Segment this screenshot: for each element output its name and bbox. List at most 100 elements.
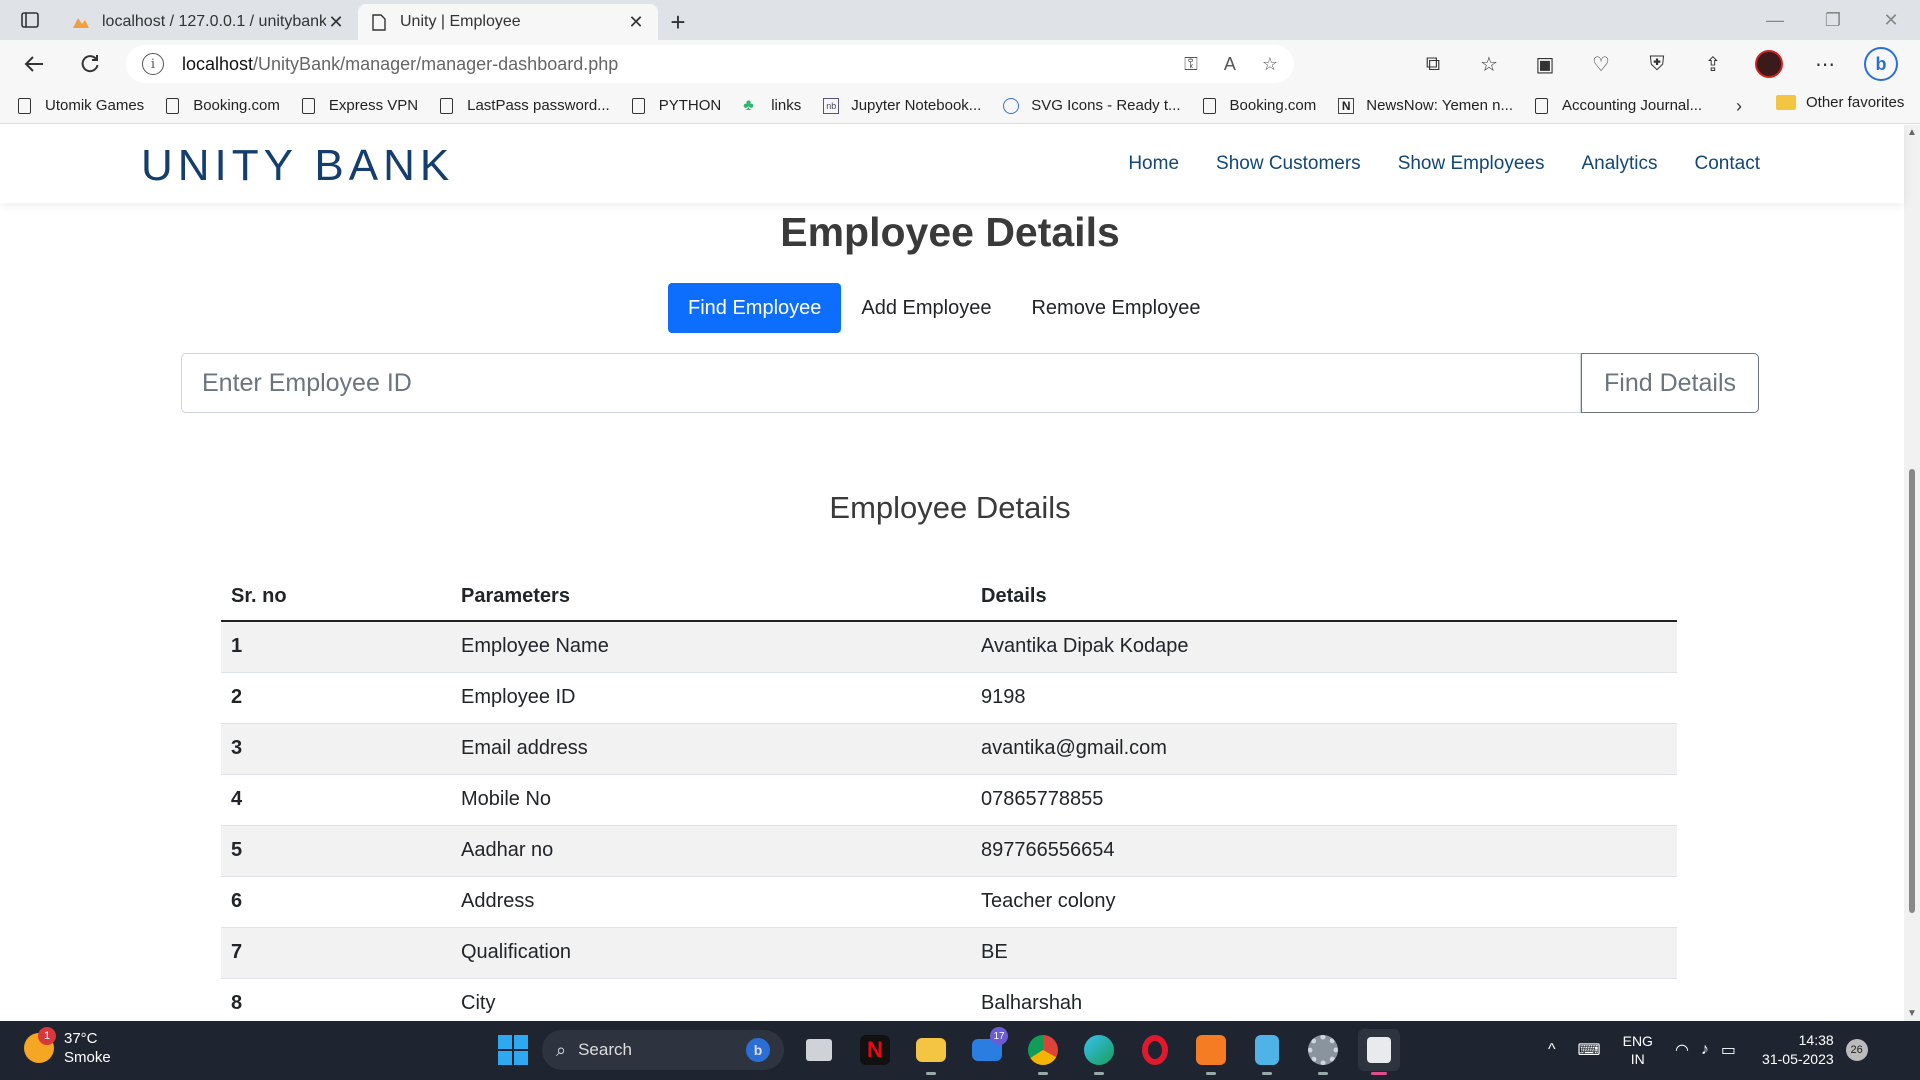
task-view-icon[interactable] bbox=[798, 1029, 840, 1071]
table-row: 4 Mobile No 07865778855 bbox=[221, 774, 1677, 826]
chevron-right-icon[interactable]: › bbox=[1736, 96, 1742, 117]
scroll-down-icon[interactable]: ▼ bbox=[1907, 1008, 1917, 1019]
profile-avatar[interactable] bbox=[1741, 50, 1797, 78]
address-bar[interactable]: i localhost/UnityBank/manager/manager-da… bbox=[126, 45, 1294, 83]
page-icon bbox=[370, 13, 388, 31]
windows-taskbar: 1 37°C Smoke ⌕ Search b N 17 ^ ⌨ ENG IN … bbox=[0, 1021, 1920, 1080]
nav-home[interactable]: Home bbox=[1128, 153, 1179, 175]
bookmark-item[interactable]: Accounting Journal... bbox=[1535, 97, 1702, 114]
parameter-cell: Aadhar no bbox=[451, 825, 971, 877]
bookmark-item[interactable]: SVG Icons - Ready t... bbox=[1003, 97, 1181, 114]
bookmark-item[interactable]: PYTHON bbox=[631, 97, 722, 114]
nav-contact[interactable]: Contact bbox=[1695, 153, 1760, 175]
weather-sun-icon: 1 bbox=[24, 1027, 56, 1063]
clock-time: 14:38 bbox=[1798, 1032, 1834, 1048]
bing-icon: b bbox=[746, 1038, 770, 1062]
netflix-icon[interactable]: N bbox=[854, 1029, 896, 1071]
battery-icon[interactable]: ▭ bbox=[1721, 1040, 1736, 1060]
windows-start-icon[interactable] bbox=[498, 1035, 528, 1065]
password-key-icon[interactable]: ⚿ bbox=[1184, 54, 1198, 75]
snipping-tool-icon[interactable] bbox=[1358, 1029, 1400, 1075]
find-details-button[interactable]: Find Details bbox=[1581, 353, 1759, 413]
browser-tab-bar: localhost / 127.0.0.1 / unitybank ✕ Unit… bbox=[0, 0, 1920, 40]
taskbar-search[interactable]: ⌕ Search b bbox=[542, 1030, 784, 1070]
bookmark-item[interactable]: ♣ links bbox=[743, 97, 801, 114]
employee-id-input[interactable]: Enter Employee ID bbox=[181, 353, 1581, 413]
add-employee-button[interactable]: Add Employee bbox=[841, 283, 1011, 333]
notification-badge[interactable]: 26 bbox=[1845, 1039, 1868, 1061]
clock[interactable]: 14:38 31-05-2023 bbox=[1762, 1031, 1834, 1069]
doc-icon bbox=[166, 97, 180, 114]
scrollbar-thumb[interactable] bbox=[1909, 469, 1915, 913]
notepad-icon[interactable] bbox=[1246, 1029, 1288, 1075]
opera-icon[interactable] bbox=[1134, 1029, 1176, 1071]
language-indicator[interactable]: ENG IN bbox=[1623, 1032, 1653, 1068]
minimize-icon[interactable]: — bbox=[1746, 0, 1804, 40]
refresh-button[interactable] bbox=[62, 44, 118, 84]
nav-analytics[interactable]: Analytics bbox=[1581, 153, 1657, 175]
browser-essentials-icon[interactable]: ⛨ bbox=[1629, 53, 1685, 76]
tab-actions-button[interactable] bbox=[0, 0, 60, 40]
close-window-icon[interactable]: ✕ bbox=[1862, 0, 1920, 40]
page-scrollbar[interactable]: ▲ ▼ bbox=[1904, 125, 1920, 1021]
file-explorer-icon[interactable] bbox=[910, 1029, 952, 1075]
bookmark-item[interactable]: N NewsNow: Yemen n... bbox=[1338, 97, 1513, 114]
bookmark-label: PYTHON bbox=[658, 97, 722, 114]
keyboard-icon[interactable]: ⌨ bbox=[1578, 1040, 1601, 1060]
bookmark-label: links bbox=[771, 97, 802, 114]
tab-phpmyadmin[interactable]: localhost / 127.0.0.1 / unitybank ✕ bbox=[60, 4, 358, 40]
remove-employee-button[interactable]: Remove Employee bbox=[1011, 283, 1220, 333]
tab-actions-icon bbox=[21, 12, 39, 28]
bookmark-item[interactable]: Booking.com bbox=[1202, 97, 1317, 114]
parameter-cell: Email address bbox=[451, 723, 971, 775]
more-options-icon[interactable]: ⋯ bbox=[1797, 52, 1853, 77]
collections-icon[interactable]: ▣ bbox=[1517, 52, 1573, 77]
scroll-up-icon[interactable]: ▲ bbox=[1907, 127, 1917, 138]
bookmark-item[interactable]: Express VPN bbox=[301, 97, 418, 114]
main-nav: Home Show Customers Show Employees Analy… bbox=[1128, 153, 1760, 175]
chrome-icon[interactable] bbox=[1022, 1029, 1064, 1075]
bing-copilot-icon[interactable]: b bbox=[1853, 47, 1909, 81]
mail-icon[interactable]: 17 bbox=[966, 1027, 1008, 1071]
chevron-up-icon[interactable]: ^ bbox=[1548, 1041, 1556, 1059]
bookmark-item[interactable]: nb Jupyter Notebook... bbox=[823, 97, 981, 114]
volume-icon[interactable]: ♪ bbox=[1701, 1041, 1709, 1059]
edge-icon[interactable] bbox=[1078, 1029, 1120, 1075]
close-tab-icon[interactable]: ✕ bbox=[326, 12, 346, 33]
wifi-icon[interactable]: ◠ bbox=[1675, 1040, 1689, 1060]
settings-icon[interactable] bbox=[1302, 1029, 1344, 1075]
nav-show-employees[interactable]: Show Employees bbox=[1398, 153, 1545, 175]
globe-icon bbox=[1003, 97, 1020, 114]
bookmark-label: Jupyter Notebook... bbox=[851, 97, 982, 114]
performance-icon[interactable]: ♡ bbox=[1573, 52, 1629, 77]
nav-show-customers[interactable]: Show Customers bbox=[1216, 153, 1361, 175]
brand-logo[interactable]: UNITY BANK bbox=[141, 141, 454, 191]
close-tab-icon[interactable]: ✕ bbox=[626, 12, 646, 33]
bookmark-label: Booking.com bbox=[1229, 97, 1317, 114]
row-number: 7 bbox=[221, 927, 451, 979]
xampp-icon[interactable] bbox=[1190, 1029, 1232, 1075]
restore-icon[interactable]: ❐ bbox=[1804, 0, 1862, 40]
doc-icon bbox=[1535, 97, 1548, 114]
bookmark-item[interactable]: Booking.com bbox=[166, 97, 280, 114]
other-favorites-label: Other favorites bbox=[1806, 94, 1905, 111]
table-row: 1 Employee Name Avantika Dipak Kodape bbox=[221, 621, 1677, 673]
weather-widget[interactable]: 1 37°C Smoke bbox=[24, 1027, 111, 1067]
bookmark-item[interactable]: LastPass password... bbox=[440, 97, 610, 114]
extensions-icon[interactable]: ⧉ bbox=[1405, 53, 1461, 76]
parameter-cell: Mobile No bbox=[451, 774, 971, 826]
site-info-icon[interactable]: i bbox=[142, 53, 164, 75]
share-icon[interactable]: ⇪ bbox=[1685, 52, 1741, 77]
back-button[interactable] bbox=[6, 44, 62, 84]
find-employee-button[interactable]: Find Employee bbox=[668, 283, 842, 333]
url-host: localhost bbox=[182, 53, 254, 74]
read-aloud-icon[interactable]: A bbox=[1224, 54, 1236, 75]
tab-unity-employee[interactable]: Unity | Employee ✕ bbox=[358, 4, 658, 40]
add-favorite-icon[interactable]: ☆ bbox=[1262, 54, 1278, 75]
detail-cell: Teacher colony bbox=[971, 876, 1677, 928]
other-favorites[interactable]: Other favorites bbox=[1776, 94, 1904, 111]
weather-desc: Smoke bbox=[64, 1049, 111, 1066]
new-tab-button[interactable]: + bbox=[658, 4, 698, 40]
favorites-icon[interactable]: ☆ bbox=[1461, 52, 1517, 77]
bookmark-item[interactable]: Utomik Games bbox=[18, 97, 144, 114]
